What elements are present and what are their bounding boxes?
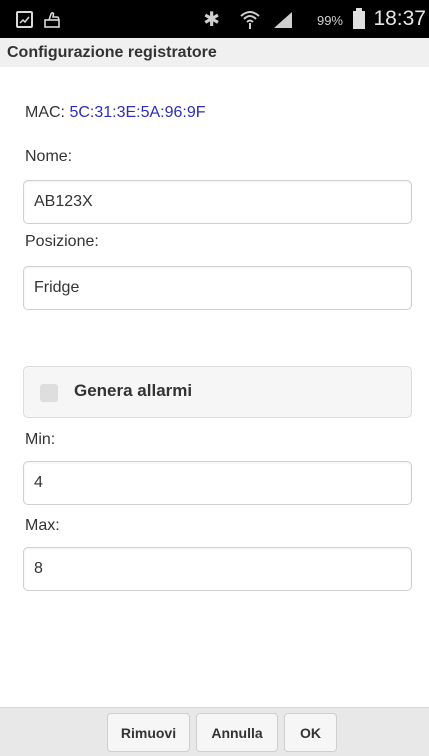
alarm-checkbox[interactable] [40, 384, 58, 402]
ok-button[interactable]: OK [284, 713, 337, 752]
battery-icon [353, 8, 365, 29]
clock: 18:37 [373, 7, 426, 30]
status-left-icons [16, 11, 62, 33]
posizione-input[interactable]: Fridge [23, 266, 412, 310]
wifi-icon [239, 8, 261, 35]
nome-label: Nome: [25, 148, 73, 165]
posizione-label: Posizione: [25, 233, 99, 250]
hand-icon [44, 11, 62, 33]
mac-label: MAC: [25, 104, 65, 121]
signal-icon [274, 12, 292, 33]
page-header: Configurazione registratore [0, 38, 429, 67]
mac-row: MAC: 5C:31:3E:5A:96:9F [25, 104, 206, 122]
min-input[interactable]: 4 [23, 461, 412, 505]
max-input[interactable]: 8 [23, 547, 412, 591]
footer-toolbar: Rimuovi Annulla OK [0, 707, 429, 756]
battery-level: 99% [316, 13, 343, 28]
bluetooth-icon: ✱ [203, 9, 220, 31]
max-label: Max: [25, 517, 60, 534]
mac-value: 5C:31:3E:5A:96:9F [69, 104, 206, 121]
min-label: Min: [25, 431, 56, 448]
alarm-label[interactable]: Genera allarmi [74, 381, 192, 401]
page-title: Configurazione registratore [7, 44, 217, 61]
image-icon [16, 11, 33, 28]
cancel-button[interactable]: Annulla [196, 713, 278, 752]
nome-input[interactable]: AB123X [23, 180, 412, 224]
status-bar: ✱ 99% 18:37 [0, 0, 429, 38]
alarm-toggle[interactable]: Genera allarmi [23, 366, 412, 418]
remove-button[interactable]: Rimuovi [107, 713, 190, 752]
